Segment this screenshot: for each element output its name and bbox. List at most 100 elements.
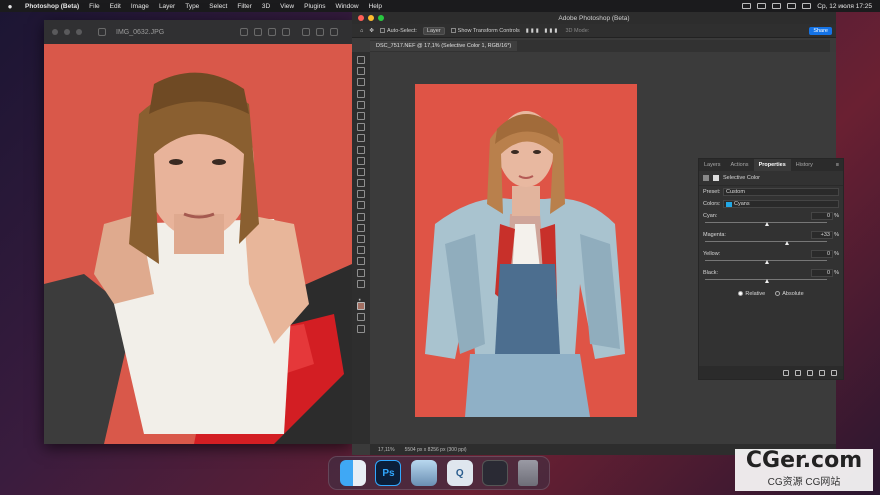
- dodge-tool-icon[interactable]: [357, 212, 365, 221]
- crop-tool-icon[interactable]: [357, 100, 365, 109]
- preset-dropdown[interactable]: Custom: [723, 188, 839, 196]
- hand-tool-icon[interactable]: [357, 268, 365, 277]
- markup-icon[interactable]: [302, 28, 311, 36]
- menu-window[interactable]: Window: [330, 3, 363, 10]
- tab-history[interactable]: History: [791, 162, 818, 168]
- menu-app-name[interactable]: Photoshop (Beta): [20, 3, 84, 10]
- zoom-button[interactable]: [378, 15, 384, 21]
- pen-tool-icon[interactable]: [357, 223, 365, 232]
- screen-mode-icon[interactable]: [357, 324, 365, 333]
- menu-view[interactable]: View: [275, 3, 299, 10]
- frame-tool-icon[interactable]: [357, 111, 365, 120]
- transform-controls-checkbox[interactable]: Show Transform Controls: [450, 28, 520, 34]
- colors-dropdown[interactable]: Cyans: [723, 200, 839, 208]
- quick-mask-icon[interactable]: [357, 313, 365, 322]
- slider-thumb[interactable]: [764, 222, 769, 226]
- type-tool-icon[interactable]: [357, 235, 365, 243]
- sidebar-icon[interactable]: [98, 28, 106, 36]
- menu-edit[interactable]: Edit: [105, 3, 126, 10]
- close-button[interactable]: [52, 29, 58, 35]
- gradient-tool-icon[interactable]: [357, 190, 365, 199]
- slider-value-input[interactable]: 0: [811, 250, 833, 258]
- move-tool-icon[interactable]: [357, 56, 365, 64]
- auto-select-checkbox[interactable]: Auto-Select:: [379, 28, 417, 34]
- reset-icon[interactable]: [807, 369, 813, 376]
- slider-track[interactable]: [703, 278, 839, 284]
- screen-record-icon[interactable]: [742, 3, 752, 9]
- menu-plugins[interactable]: Plugins: [299, 3, 330, 10]
- finder-icon[interactable]: [339, 460, 366, 486]
- healing-tool-icon[interactable]: [357, 134, 365, 143]
- path-select-tool-icon[interactable]: [357, 246, 365, 255]
- lasso-tool-icon[interactable]: [357, 78, 365, 87]
- slider-thumb[interactable]: [784, 241, 789, 245]
- slider-value-input[interactable]: 0: [811, 269, 833, 277]
- align-icons[interactable]: ▮▮▮ ▮▮▮: [526, 28, 560, 34]
- slider-track[interactable]: [703, 240, 839, 246]
- apple-icon[interactable]: ●: [0, 2, 20, 11]
- menu-help[interactable]: Help: [364, 3, 387, 10]
- slider-thumb[interactable]: [764, 279, 769, 283]
- launchpad-icon[interactable]: [482, 460, 509, 486]
- zoom-out-icon[interactable]: [254, 28, 263, 36]
- view-previous-icon[interactable]: [795, 369, 801, 376]
- move-tool-icon[interactable]: ✥: [369, 28, 374, 34]
- panel-menu-icon[interactable]: ≡: [836, 162, 843, 168]
- zoom-tool-icon[interactable]: [357, 279, 365, 288]
- clip-icon[interactable]: [783, 369, 789, 376]
- slider-track[interactable]: [703, 259, 839, 265]
- volume-icon[interactable]: [757, 3, 767, 9]
- share-icon[interactable]: [282, 28, 291, 36]
- shape-tool-icon[interactable]: [357, 257, 365, 266]
- slider-value-input[interactable]: 0: [811, 212, 833, 220]
- more-tools-icon[interactable]: ·: [357, 291, 365, 308]
- eraser-tool-icon[interactable]: [357, 179, 365, 188]
- minimize-button[interactable]: [368, 15, 374, 21]
- preview-icon[interactable]: [411, 460, 438, 486]
- menu-layer[interactable]: Layer: [154, 3, 180, 10]
- wifi-icon[interactable]: [772, 3, 782, 9]
- search-icon[interactable]: [787, 3, 797, 9]
- absolute-radio[interactable]: Absolute: [775, 291, 804, 297]
- control-center-icon[interactable]: [802, 3, 812, 9]
- mask-icon[interactable]: [713, 175, 719, 181]
- eyedropper-tool-icon[interactable]: [357, 123, 365, 132]
- relative-radio[interactable]: Relative: [738, 291, 765, 297]
- rotate-icon[interactable]: [316, 28, 325, 36]
- tab-properties[interactable]: Properties: [753, 159, 791, 171]
- close-button[interactable]: [358, 15, 364, 21]
- menu-file[interactable]: File: [84, 3, 104, 10]
- home-icon[interactable]: ⌂: [360, 28, 363, 34]
- menu-image[interactable]: Image: [126, 3, 154, 10]
- trash-icon[interactable]: [518, 460, 539, 486]
- document-tab[interactable]: DSC_7517.NEF @ 17,1% (Selective Color 1,…: [370, 41, 518, 51]
- menu-type[interactable]: Type: [180, 3, 204, 10]
- stamp-tool-icon[interactable]: [357, 156, 365, 165]
- zoom-level[interactable]: 17,11%: [378, 447, 395, 453]
- marquee-tool-icon[interactable]: [357, 67, 365, 76]
- menu-3d[interactable]: 3D: [257, 3, 275, 10]
- quick-select-tool-icon[interactable]: [357, 89, 365, 98]
- info-icon[interactable]: [240, 28, 249, 36]
- slider-track[interactable]: [703, 221, 839, 227]
- search-icon[interactable]: [330, 28, 339, 36]
- quicktime-icon[interactable]: Q: [446, 460, 473, 486]
- menu-select[interactable]: Select: [204, 3, 232, 10]
- color-swatches-icon[interactable]: [357, 302, 365, 311]
- delete-icon[interactable]: [831, 369, 837, 376]
- photoshop-icon[interactable]: Ps: [375, 460, 402, 486]
- menu-filter[interactable]: Filter: [232, 3, 256, 10]
- auto-select-dropdown[interactable]: Layer: [422, 26, 445, 35]
- zoom-button[interactable]: [76, 29, 82, 35]
- minimize-button[interactable]: [64, 29, 70, 35]
- share-button[interactable]: Share: [809, 26, 832, 35]
- menu-clock[interactable]: Ср, 12 июля 17:25: [817, 3, 872, 10]
- slider-value-input[interactable]: +33: [811, 231, 833, 239]
- slider-thumb[interactable]: [764, 260, 769, 264]
- visibility-icon[interactable]: [819, 369, 825, 376]
- blur-tool-icon[interactable]: [357, 201, 365, 210]
- document-canvas[interactable]: [415, 84, 637, 417]
- zoom-in-icon[interactable]: [268, 28, 277, 36]
- document-dimensions[interactable]: 5504 px x 8256 px (300 ppi): [405, 447, 467, 453]
- canvas-area[interactable]: Layers Actions Properties History ≡ Sele…: [370, 52, 844, 444]
